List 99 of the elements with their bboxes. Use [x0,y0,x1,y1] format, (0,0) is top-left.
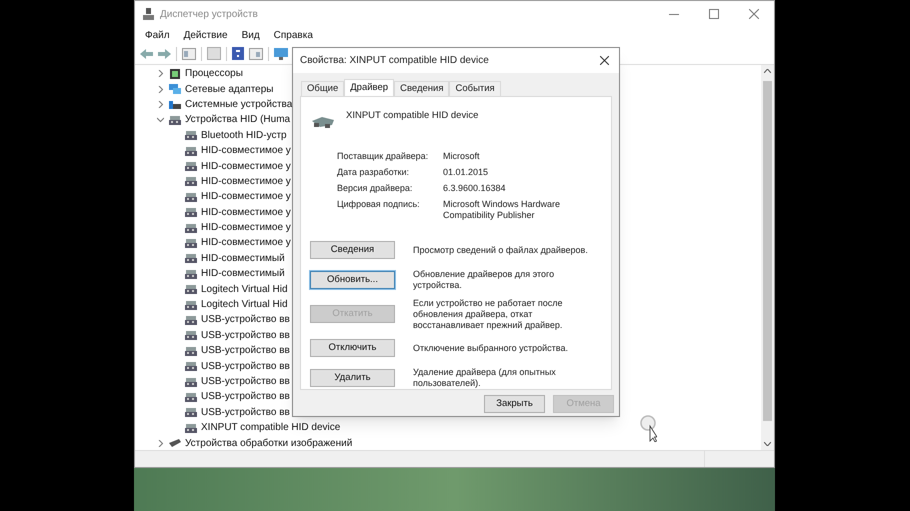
tree-item[interactable]: Logitech Virtual Hid [201,282,288,297]
action-description: Просмотр сведений о файлах драйверов. [413,244,589,256]
keyboard-icon [185,129,197,142]
keyboard-icon [185,329,197,342]
keyboard-icon [185,160,197,172]
tree-item[interactable]: USB-устройство вв [201,389,290,404]
keyboard-icon [185,222,197,234]
tree-item[interactable]: USB-устройство вв [201,358,290,374]
chevron-right-icon[interactable] [157,86,164,93]
keyboard-icon [185,344,197,357]
maximize-icon [709,9,719,19]
back-arrow-icon[interactable] [140,48,153,58]
property-label: Цифровая подпись: [337,199,421,210]
menu-item[interactable]: Справка [266,28,320,42]
forward-arrow-icon[interactable] [158,48,171,58]
action-description: Если устройство не работает после обновления драйвера, откат восстанавливает прежний драйвер. [413,298,564,330]
chevron-right-icon[interactable] [157,440,164,447]
action-button[interactable]: Отключить [310,339,395,357]
keyboard-icon [169,114,181,126]
chevron-down-icon[interactable] [157,116,164,124]
action-description: Отключение выбранного устройства. [413,342,569,354]
tree-item[interactable]: HID-совместимый [201,266,285,282]
action-button[interactable]: Обновить... [310,271,395,289]
keyboard-icon [185,190,197,203]
tree-item[interactable]: HID-совместимое у [201,189,291,204]
chip-icon [169,68,181,80]
tree-item[interactable]: HID-совместимое у [201,235,291,250]
mouse-cursor-icon [640,415,657,442]
tree-item[interactable]: Bluetooth HID-устр [201,128,287,143]
tree-item[interactable]: Сетевые адаптеры [185,82,274,97]
tree-item[interactable]: HID-совместимое у [201,204,291,220]
menu-item[interactable]: Файл [138,28,177,42]
scrollbar-thumb[interactable] [763,81,772,421]
keyboard-icon [185,268,197,280]
keyboard-icon [185,422,197,434]
tree-item[interactable]: Устройства обработки изображений [185,436,352,450]
tree-item[interactable]: HID-совместимое у [201,174,291,189]
tree-item[interactable]: Процессоры [185,66,243,82]
property-value: Microsoft [443,151,481,162]
chevron-right-icon[interactable] [157,70,164,78]
menu-item[interactable]: Действие [176,28,235,42]
gamepad-icon [310,115,336,129]
tree-item[interactable]: HID-совместимое у [201,158,291,174]
network-icon [169,83,181,96]
tree-item[interactable]: USB-устройство вв [201,328,290,343]
tree-item[interactable]: HID-совместимое у [201,143,291,158]
monitor-icon[interactable] [274,48,288,60]
computer-icon [169,98,181,110]
tree-item[interactable]: USB-устройство вв [201,312,290,328]
tree-item[interactable]: Системные устройства [185,96,292,112]
chevron-right-icon[interactable] [157,100,164,108]
tab[interactable]: Драйвер [344,79,394,97]
close-icon [749,9,759,19]
keyboard-icon [185,406,197,418]
property-value: 6.3.9600.16384 [443,183,507,194]
tree-item[interactable]: HID-совместимое у [201,220,291,236]
tab[interactable]: Общие [301,81,344,96]
property-value: Microsoft Windows Hardware Compatibility Publisher [443,199,562,221]
tree-item[interactable]: USB-устройство вв [201,343,290,358]
dialog-title: Свойства: XINPUT compatible HID device [300,54,489,68]
keyboard-icon [185,206,197,218]
tree-item[interactable]: XINPUT compatible HID device [201,420,340,436]
tree-item[interactable]: USB-устройство вв [201,404,290,420]
keyboard-icon [185,376,197,388]
tree-item[interactable]: HID-совместимый [201,250,285,266]
help-icon[interactable] [232,47,244,60]
action-description: Обновление драйверов для этого устройства. [413,269,556,291]
property-label: Версия драйвера: [337,183,414,194]
property-label: Поставщик драйвера: [337,151,430,162]
tree-item[interactable]: Устройства HID (Huma [185,112,290,128]
keyboard-icon [185,314,197,326]
keyboard-icon [185,390,197,403]
property-value: 01.01.2015 [443,167,490,178]
tab[interactable]: Сведения [394,81,450,96]
keyboard-icon [185,236,197,249]
scroll-down-icon[interactable] [764,442,771,446]
tree-item[interactable]: USB-устройство вв [201,374,290,389]
dialog-button[interactable]: Закрыть [484,395,545,413]
keyboard-icon [185,144,197,157]
keyboard-icon [185,252,197,264]
device-name: XINPUT compatible HID device [346,108,478,123]
action-button[interactable]: Сведения [310,241,395,259]
keyboard-icon [185,283,197,296]
app-icon [143,8,154,20]
keyboard-icon [185,360,197,372]
menu-item[interactable]: Вид [234,28,267,42]
action-button[interactable]: Удалить [310,369,395,387]
properties-icon[interactable] [182,48,196,60]
tab[interactable]: События [449,81,501,96]
tree-item[interactable]: Logitech Virtual Hid [201,297,288,312]
property-label: Дата разработки: [337,167,410,178]
action-description: Удаление драйвера (для опытных пользователей). [413,367,557,389]
close-icon [600,56,608,65]
scrollbar[interactable] [761,65,774,450]
keyboard-icon [185,298,197,311]
window-title: Диспетчер устройств [160,8,258,22]
keyboard-icon [185,175,197,188]
scroll-up-icon[interactable] [764,69,771,73]
window-icon[interactable] [249,48,263,60]
